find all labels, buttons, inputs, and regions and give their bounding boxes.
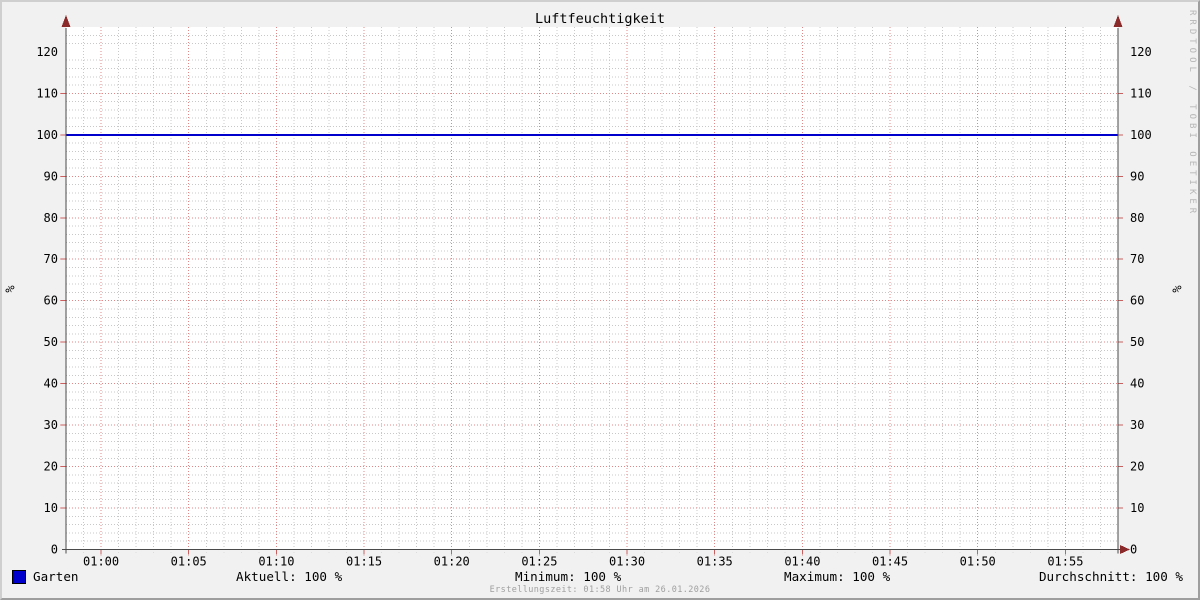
svg-text:40: 40 xyxy=(1130,377,1144,391)
rrdtool-watermark: RRDTOOL / TOBI OETIKER xyxy=(1187,10,1197,218)
legend-row: Garten Aktuell: 100 % Minimum: 100 % Max… xyxy=(2,568,1198,585)
svg-text:20: 20 xyxy=(1130,460,1144,474)
svg-text:10: 10 xyxy=(1130,501,1144,515)
svg-text:10: 10 xyxy=(44,501,58,515)
stat-durchschnitt: Durchschnitt: 100 % xyxy=(1038,569,1183,584)
svg-text:40: 40 xyxy=(44,377,58,391)
svg-text:01:45: 01:45 xyxy=(872,555,908,569)
svg-text:70: 70 xyxy=(1130,252,1144,266)
svg-text:110: 110 xyxy=(36,86,58,100)
svg-text:100: 100 xyxy=(1130,128,1152,142)
svg-text:70: 70 xyxy=(44,252,58,266)
stat-aktuell: Aktuell: 100 % xyxy=(236,569,343,584)
svg-text:20: 20 xyxy=(44,460,58,474)
svg-text:120: 120 xyxy=(36,45,58,59)
svg-text:80: 80 xyxy=(44,211,58,225)
svg-text:80: 80 xyxy=(1130,211,1144,225)
svg-text:01:30: 01:30 xyxy=(609,555,645,569)
svg-text:01:40: 01:40 xyxy=(784,555,820,569)
svg-text:0: 0 xyxy=(1130,543,1137,557)
svg-text:50: 50 xyxy=(1130,335,1144,349)
svg-text:30: 30 xyxy=(44,418,58,432)
stat-minimum: Minimum: 100 % xyxy=(515,569,622,584)
svg-text:50: 50 xyxy=(44,335,58,349)
svg-text:100: 100 xyxy=(36,128,58,142)
svg-text:0: 0 xyxy=(51,543,58,557)
x-tick-labels: 01:00 01:05 01:10 01:15 01:20 01:25 01:30 01:35… xyxy=(83,555,1083,569)
svg-text:01:35: 01:35 xyxy=(697,555,733,569)
chart-plot-area: 0 0 10 10 20 20 30 30 40 40 50 50 60 60 70 70 80 80 90 90 10… xyxy=(36,15,1152,569)
creation-timestamp: Erstellungszeit: 01:58 Uhr am 26.01.2026 xyxy=(489,585,711,595)
svg-text:01:15: 01:15 xyxy=(346,555,382,569)
stat-maximum: Maximum: 100 % xyxy=(784,569,891,584)
svg-text:90: 90 xyxy=(1130,169,1144,183)
svg-text:01:55: 01:55 xyxy=(1047,555,1083,569)
svg-text:01:20: 01:20 xyxy=(434,555,470,569)
y-axis-label-right: % xyxy=(1169,285,1184,293)
svg-text:01:00: 01:00 xyxy=(83,555,119,569)
svg-text:120: 120 xyxy=(1130,45,1152,59)
rrdtool-graph: Luftfeuchtigkeit 0 0 10 10 20 20 30 30 40 40 50 50 6… xyxy=(0,0,1200,600)
svg-text:110: 110 xyxy=(1130,86,1152,100)
svg-text:01:10: 01:10 xyxy=(258,555,294,569)
svg-text:01:50: 01:50 xyxy=(960,555,996,569)
y-axis-label-left: % xyxy=(2,285,17,293)
svg-text:01:05: 01:05 xyxy=(171,555,207,569)
svg-text:30: 30 xyxy=(1130,418,1144,432)
legend-swatch xyxy=(12,570,26,584)
svg-text:60: 60 xyxy=(44,294,58,308)
svg-text:01:25: 01:25 xyxy=(521,555,557,569)
svg-text:60: 60 xyxy=(1130,294,1144,308)
svg-text:90: 90 xyxy=(44,169,58,183)
legend-series-label: Garten xyxy=(33,569,79,584)
